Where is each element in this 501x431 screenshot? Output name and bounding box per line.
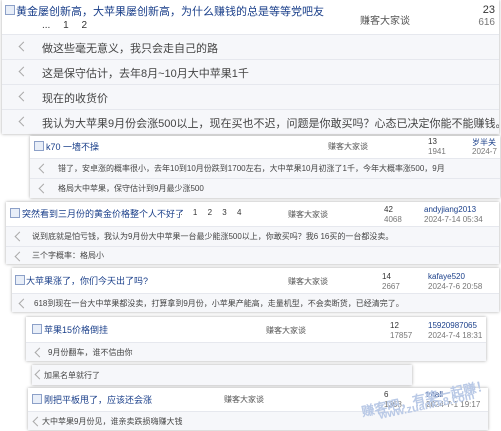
pager-page-3[interactable]: 3 <box>222 208 226 217</box>
reply-text: 这是保守估计，去年8月~10月大中苹果1千 <box>42 68 249 80</box>
reply-text: 大中苹果9月份见，谁亲卖跌损嗨赚大钱 <box>42 417 183 426</box>
reply-text: 我认为大苹果9月份会涨500以上，现在买也不迟，问题是你敢买吗？心态已决定你能不… <box>42 118 499 130</box>
chevron-icon <box>32 416 43 427</box>
reply-item: 这是保守估计，去年8月~10月大中苹果1千 <box>2 59 499 84</box>
thread-icon <box>5 5 15 15</box>
thread-header[interactable]: 苹果15价格倒挂 赚客大家谈 12 17857 15920987065 2024… <box>26 317 486 341</box>
chevron-icon <box>18 41 29 52</box>
view-count: 616 <box>478 17 495 28</box>
reply-count: 12 <box>390 321 399 330</box>
reply-text: 三个字概率：格局小 <box>32 251 104 260</box>
thread-author[interactable]: 赚客大家谈 <box>288 276 328 287</box>
chevron-icon <box>38 183 49 194</box>
thread-title[interactable]: 大苹果涨了，你们今天出了吗? <box>26 274 148 287</box>
reply-count: 23 <box>482 4 495 16</box>
view-count: 2667 <box>382 282 400 291</box>
reply-item: 618到现在一台大中苹果都没卖，打算拿到9月份，小苹果产能高，走量机型，不会卖断… <box>12 293 499 312</box>
chevron-icon <box>14 251 25 262</box>
last-poster[interactable]: kafaye520 <box>428 272 465 281</box>
thread-author[interactable]: 赚客大家谈 <box>288 209 328 220</box>
thread-card: 大苹果涨了，你们今天出了吗? 赚客大家谈 14 2667 kafaye520 2… <box>12 268 499 312</box>
reply-item: 做这些毫无意义，我只会走自己的路 <box>2 34 499 59</box>
thread-title[interactable]: k70 一墙不操 <box>46 140 99 153</box>
thread-icon <box>32 394 42 404</box>
thread-card: 苹果15价格倒挂 赚客大家谈 12 17857 15920987065 2024… <box>26 317 486 361</box>
thread-header[interactable]: 大苹果涨了，你们今天出了吗? 赚客大家谈 14 2667 kafaye520 2… <box>12 268 499 292</box>
last-post-date: 2024-7-6 20:58 <box>428 282 483 291</box>
reply-text: 现在的收货价 <box>42 93 108 105</box>
view-count: 17857 <box>390 331 413 340</box>
thread-author[interactable]: 赚客大家谈 <box>360 12 410 27</box>
thread-icon <box>32 324 42 334</box>
thread-icon <box>15 275 25 285</box>
reply-item: 9月份翻车，谁不信由你 <box>26 342 486 361</box>
chevron-icon <box>18 298 29 309</box>
thread-header[interactable]: k70 一墙不操 赚客大家谈 13 1941 岁半关 2024-7 <box>30 136 500 156</box>
reply-text: 做这些毫无意义，我只会走自己的路 <box>42 43 218 55</box>
reply-text: 618到现在一台大中苹果都没卖，打算拿到9月份，小苹果产能高，走量机型，不会卖断… <box>34 299 404 308</box>
thread-author[interactable]: 赚客大家谈 <box>224 394 264 405</box>
thread-author[interactable]: 赚客大家谈 <box>266 325 306 336</box>
reply-item: 格局大中苹果，保守估计到9月最少涨500 <box>30 178 500 198</box>
reply-count: 14 <box>382 272 391 281</box>
chevron-icon <box>14 231 25 242</box>
pager-page-2[interactable]: 2 <box>208 208 212 217</box>
reply-text: 9月份翻车，谁不信由你 <box>48 348 133 357</box>
reply-text: 错了，安卓涨的概率很小，去年10到10月份跌到1700左右，大中苹果10月初涨了… <box>58 164 445 173</box>
reply-item: 错了，安卓涨的概率很小，去年10到10月份跌到1700左右，大中苹果10月初涨了… <box>30 158 500 178</box>
thread-title[interactable]: 刚把平板甩了，应该还会涨 <box>44 393 152 406</box>
last-poster[interactable]: 15920987065 <box>428 321 477 330</box>
view-count: 1941 <box>428 147 446 156</box>
chevron-icon <box>18 116 29 127</box>
last-post-date: 2024-7 <box>472 147 497 156</box>
chevron-icon <box>38 163 49 174</box>
reply-text: 加黑名单就行了 <box>44 371 100 380</box>
thread-header[interactable]: 突然看到三月份的黄金价格整个人不好了 ... 1 2 3 4 赚客大家谈 42 … <box>6 202 499 224</box>
reply-item: 现在的收货价 <box>2 84 499 109</box>
reply-item: 大中苹果9月份见，谁亲卖跌损嗨赚大钱 <box>28 411 488 430</box>
pager-page-4[interactable]: 4 <box>237 208 241 217</box>
last-post-date: 2024-7-14 05:34 <box>424 215 483 224</box>
chevron-icon <box>18 66 29 77</box>
thread-author[interactable]: 赚客大家谈 <box>328 141 368 152</box>
thread-icon <box>10 208 20 218</box>
thread-card: 黄金屡创新高，大苹果屡创新高，为什么赚钱的总是等等党吧友 ... 1 2 赚客大… <box>2 0 499 134</box>
thread-header[interactable]: 黄金屡创新高，大苹果屡创新高，为什么赚钱的总是等等党吧友 ... 1 2 赚客大… <box>2 0 499 34</box>
chevron-icon <box>18 91 29 102</box>
reply-count: 42 <box>384 205 393 214</box>
pager-page-2[interactable]: 2 <box>81 20 87 31</box>
pager-page-1[interactable]: 1 <box>193 208 197 217</box>
thread-icon <box>34 141 44 151</box>
reply-item: 三个字概率：格局小 <box>6 246 499 264</box>
last-post-date: 2024-7-4 18:31 <box>428 331 483 340</box>
last-poster[interactable]: andyjiang2013 <box>424 205 476 214</box>
thread-title[interactable]: 突然看到三月份的黄金价格整个人不好了 <box>22 207 184 220</box>
pager: ... 1 2 <box>42 20 87 31</box>
thread-title[interactable]: 黄金屡创新高，大苹果屡创新高，为什么赚钱的总是等等党吧友 <box>16 3 324 19</box>
pager-page-1[interactable]: 1 <box>63 20 69 31</box>
thread-card: k70 一墙不操 赚客大家谈 13 1941 岁半关 2024-7 错了，安卓涨… <box>30 136 500 198</box>
reply-item: 加黑名单就行了 <box>32 365 412 385</box>
pager-ellipsis: ... <box>176 208 183 217</box>
chevron-icon <box>34 369 45 380</box>
thread-card: 突然看到三月份的黄金价格整个人不好了 ... 1 2 3 4 赚客大家谈 42 … <box>6 202 499 264</box>
reply-item: 说到底就是怕亏钱，我认为9月份大中苹果一台最少能涨500以上，你敢买吗？我6 1… <box>6 226 499 246</box>
reply-count: 13 <box>428 137 437 146</box>
pager: ... 1 2 3 4 <box>176 208 241 217</box>
reply-text: 格局大中苹果，保守估计到9月最少涨500 <box>58 184 204 193</box>
reply-text: 说到底就是怕亏钱，我认为9月份大中苹果一台最少能涨500以上，你敢买吗？我6 1… <box>32 232 394 241</box>
view-count: 4068 <box>384 215 402 224</box>
chevron-icon <box>34 347 45 358</box>
thread-card: 加黑名单就行了 <box>32 365 412 385</box>
reply-item: 我认为大苹果9月份会涨500以上，现在买也不迟，问题是你敢买吗？心态已决定你能不… <box>2 109 499 134</box>
pager-ellipsis: ... <box>42 20 51 31</box>
thread-title[interactable]: 苹果15价格倒挂 <box>44 323 108 336</box>
